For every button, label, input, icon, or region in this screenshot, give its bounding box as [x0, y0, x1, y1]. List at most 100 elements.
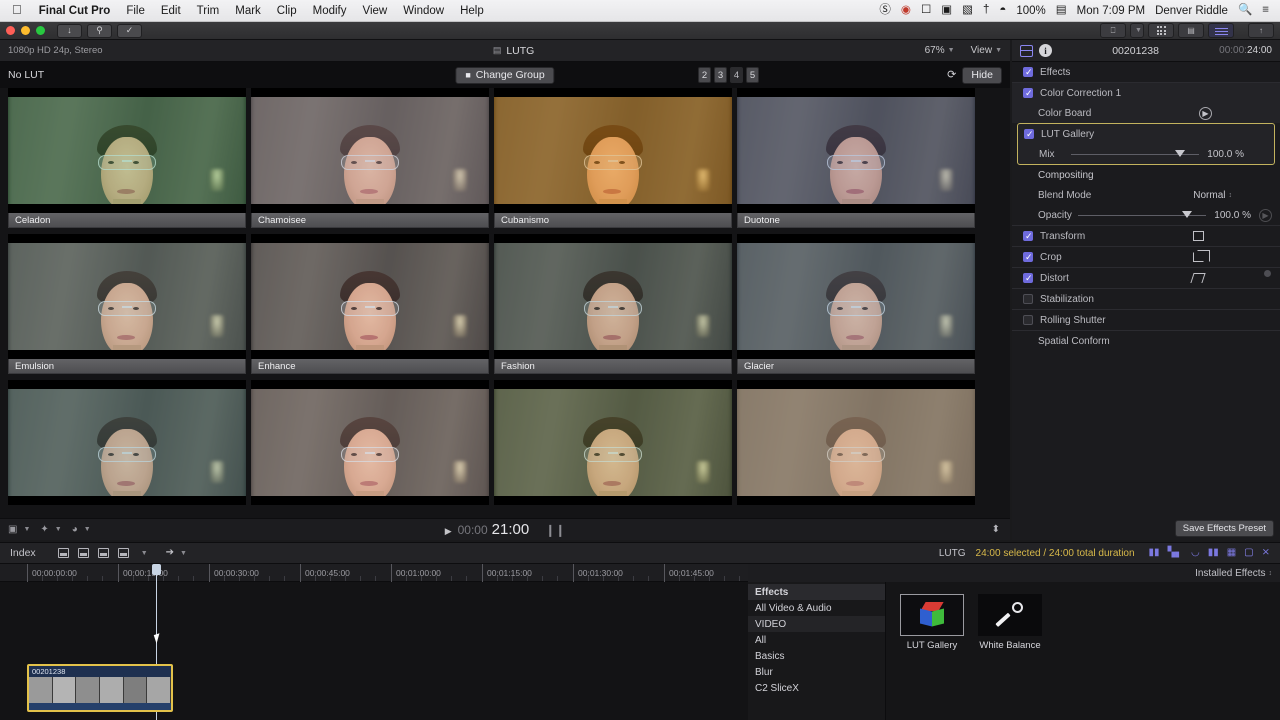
menu-item-trim[interactable]: Trim [189, 5, 228, 17]
playhead-handle[interactable] [152, 564, 161, 575]
timeline-index-button[interactable]: Index [10, 547, 36, 559]
crop-checkbox[interactable] [1023, 251, 1033, 263]
view-chevron-down-icon[interactable]: ▼ [995, 47, 1002, 54]
menu-item-help[interactable]: Help [452, 5, 492, 17]
user-name[interactable]: Denver Riddle [1150, 5, 1233, 17]
timeline-clip[interactable]: 00201238 [27, 664, 173, 712]
tool-chevron-down-icon[interactable]: ▼ [180, 550, 187, 557]
wifi-icon[interactable]: ◓ [994, 4, 1011, 17]
inspector-row-blend-mode[interactable]: Blend Mode Normal ↕ [1012, 185, 1280, 205]
lut-thumbnail-image[interactable] [8, 380, 246, 505]
mix-value[interactable]: 100.0 % [1207, 149, 1244, 160]
connect-edit-icon[interactable] [97, 548, 109, 558]
lut-thumbnail-cell[interactable]: Emulsion [8, 234, 246, 374]
lut-thumbnail-cell[interactable]: Cubanismo [494, 88, 732, 228]
append-edit-icon[interactable] [57, 548, 69, 558]
lut-thumbnail-image[interactable] [251, 380, 489, 505]
maximize-window-button[interactable] [36, 26, 45, 35]
battery-icon[interactable]: ▤ [1051, 4, 1072, 17]
hide-button[interactable]: Hide [962, 66, 1002, 84]
lut-thumbnail-cell[interactable] [251, 380, 489, 505]
lut-thumbnail-cell[interactable]: Glacier [737, 234, 975, 374]
menu-item-clip[interactable]: Clip [269, 5, 305, 17]
lut-thumbnail-image[interactable] [251, 88, 489, 213]
installed-effects-chevron-icon[interactable]: ↕ [1269, 570, 1273, 577]
checkmark-circle-icon[interactable]: Ⓢ [874, 4, 896, 17]
lut-gallery-checkbox[interactable] [1024, 128, 1034, 140]
close-window-button[interactable] [6, 26, 15, 35]
opacity-slider-knob[interactable] [1182, 211, 1193, 218]
inspector-row-distort[interactable]: Distort [1012, 268, 1280, 288]
overwrite-edit-icon[interactable] [117, 548, 129, 558]
menu-item-modify[interactable]: Modify [305, 5, 355, 17]
minimize-window-button[interactable] [21, 26, 30, 35]
grid-size-4-button[interactable]: 4 [730, 67, 743, 83]
effect-tile-white-balance[interactable]: White Balance [978, 594, 1042, 720]
opacity-value[interactable]: 100.0 % [1214, 210, 1251, 221]
inspector-row-color-board[interactable]: Color Board ▶ [1012, 103, 1280, 123]
effects-checkbox[interactable] [1023, 66, 1033, 78]
viewer-playback-options[interactable]: ◕ ▼ [72, 524, 91, 535]
window-layout-dropdown[interactable]: ▼ [1130, 23, 1144, 38]
clip-appearance-icon[interactable]: ▮▮ [1208, 548, 1219, 558]
zoom-chevron-down-icon[interactable]: ▼ [948, 47, 955, 54]
transform-icon[interactable] [1193, 231, 1204, 241]
effects-sidebar-item[interactable]: C2 SliceX [748, 680, 885, 696]
timeline-toggle-button[interactable]: ▤ [1178, 23, 1204, 38]
effects-sidebar-item[interactable]: All [748, 632, 885, 648]
color-correction-checkbox[interactable] [1023, 87, 1033, 99]
screen-record-icon[interactable]: ◉ [896, 4, 916, 17]
refresh-icon[interactable]: ⟳ [947, 69, 956, 81]
inspector-row-effects[interactable]: Effects [1012, 62, 1280, 82]
stabilization-checkbox[interactable] [1023, 294, 1033, 304]
airplay-icon[interactable]: ▧ [957, 4, 978, 17]
edit-chevron-down-icon[interactable]: ▼ [141, 550, 148, 557]
clip-height-icon[interactable]: ▦ [1227, 548, 1236, 558]
color-board-open-icon[interactable]: ▶ [1199, 106, 1212, 120]
lut-thumbnail-cell[interactable]: Fashion [494, 234, 732, 374]
blend-mode-value[interactable]: Normal [1193, 190, 1225, 201]
inspector-row-stabilization[interactable]: Stabilization [1012, 289, 1280, 309]
distort-checkbox[interactable] [1023, 272, 1033, 284]
mix-slider-knob[interactable] [1175, 150, 1186, 157]
rolling-shutter-checkbox[interactable] [1023, 315, 1033, 325]
effects-browser-icon[interactable]: ▢ [1244, 548, 1253, 558]
grid-size-5-button[interactable]: 5 [746, 67, 759, 83]
zoom-level[interactable]: 67% [925, 45, 945, 56]
fullscreen-icon[interactable]: ⬍ [992, 524, 1000, 535]
import-media-button[interactable]: ↓ [57, 23, 82, 38]
headphones-icon[interactable]: ◡ [1191, 548, 1200, 558]
lut-thumbnail-image[interactable] [251, 234, 489, 359]
select-tool-icon[interactable]: ➔ [166, 548, 174, 558]
opacity-slider[interactable] [1078, 210, 1207, 220]
transitions-browser-icon[interactable]: ⨯ [1262, 548, 1270, 558]
lut-thumbnail-cell[interactable] [8, 380, 246, 505]
camera-icon[interactable]: ▣ [936, 4, 957, 17]
info-inspector-icon[interactable]: i [1039, 44, 1052, 57]
background-tasks-button[interactable]: ✓ [117, 23, 142, 38]
change-group-button[interactable]: ■ Change Group [455, 66, 555, 84]
lut-thumbnail-cell[interactable]: Duotone [737, 88, 975, 228]
lut-thumbnail-image[interactable] [737, 380, 975, 505]
lut-thumbnail-image[interactable] [494, 380, 732, 505]
save-effects-preset-button[interactable]: Save Effects Preset [1174, 520, 1274, 537]
inspector-row-spatial-conform[interactable]: Spatial Conform [1012, 331, 1280, 351]
lut-thumbnail-cell[interactable] [737, 380, 975, 505]
white-balance-thumb[interactable] [978, 594, 1042, 636]
view-menu-button[interactable]: View [971, 45, 993, 56]
audio-meter-icon[interactable]: ▚▖ [1168, 548, 1183, 558]
lut-thumbnail-cell[interactable]: Chamoisee [251, 88, 489, 228]
inspector-toggle-button[interactable] [1208, 23, 1234, 38]
timeline-ruler[interactable]: 00:00:00:00 00:00:15:00 00:00:30:00 00:00:4… [0, 564, 748, 582]
crop-icon[interactable] [1193, 250, 1210, 262]
insert-edit-icon[interactable] [77, 548, 89, 558]
viewer-effects-options[interactable]: ✦ ▼ [40, 524, 61, 535]
effects-sidebar-item[interactable]: Effects [748, 584, 885, 600]
timeline-panel[interactable]: 00:00:00:00 00:00:15:00 00:00:30:00 00:00:4… [0, 564, 748, 720]
lut-thumbnail-image[interactable] [494, 234, 732, 359]
inspector-row-opacity[interactable]: Opacity 100.0 % ▶ [1012, 205, 1280, 225]
installed-effects-dropdown[interactable]: Installed Effects [1195, 568, 1265, 579]
viewer-display-options[interactable]: ▣ ▼ [8, 524, 30, 535]
video-inspector-icon[interactable] [1020, 44, 1033, 57]
share-button[interactable]: ↑ [1248, 23, 1274, 38]
